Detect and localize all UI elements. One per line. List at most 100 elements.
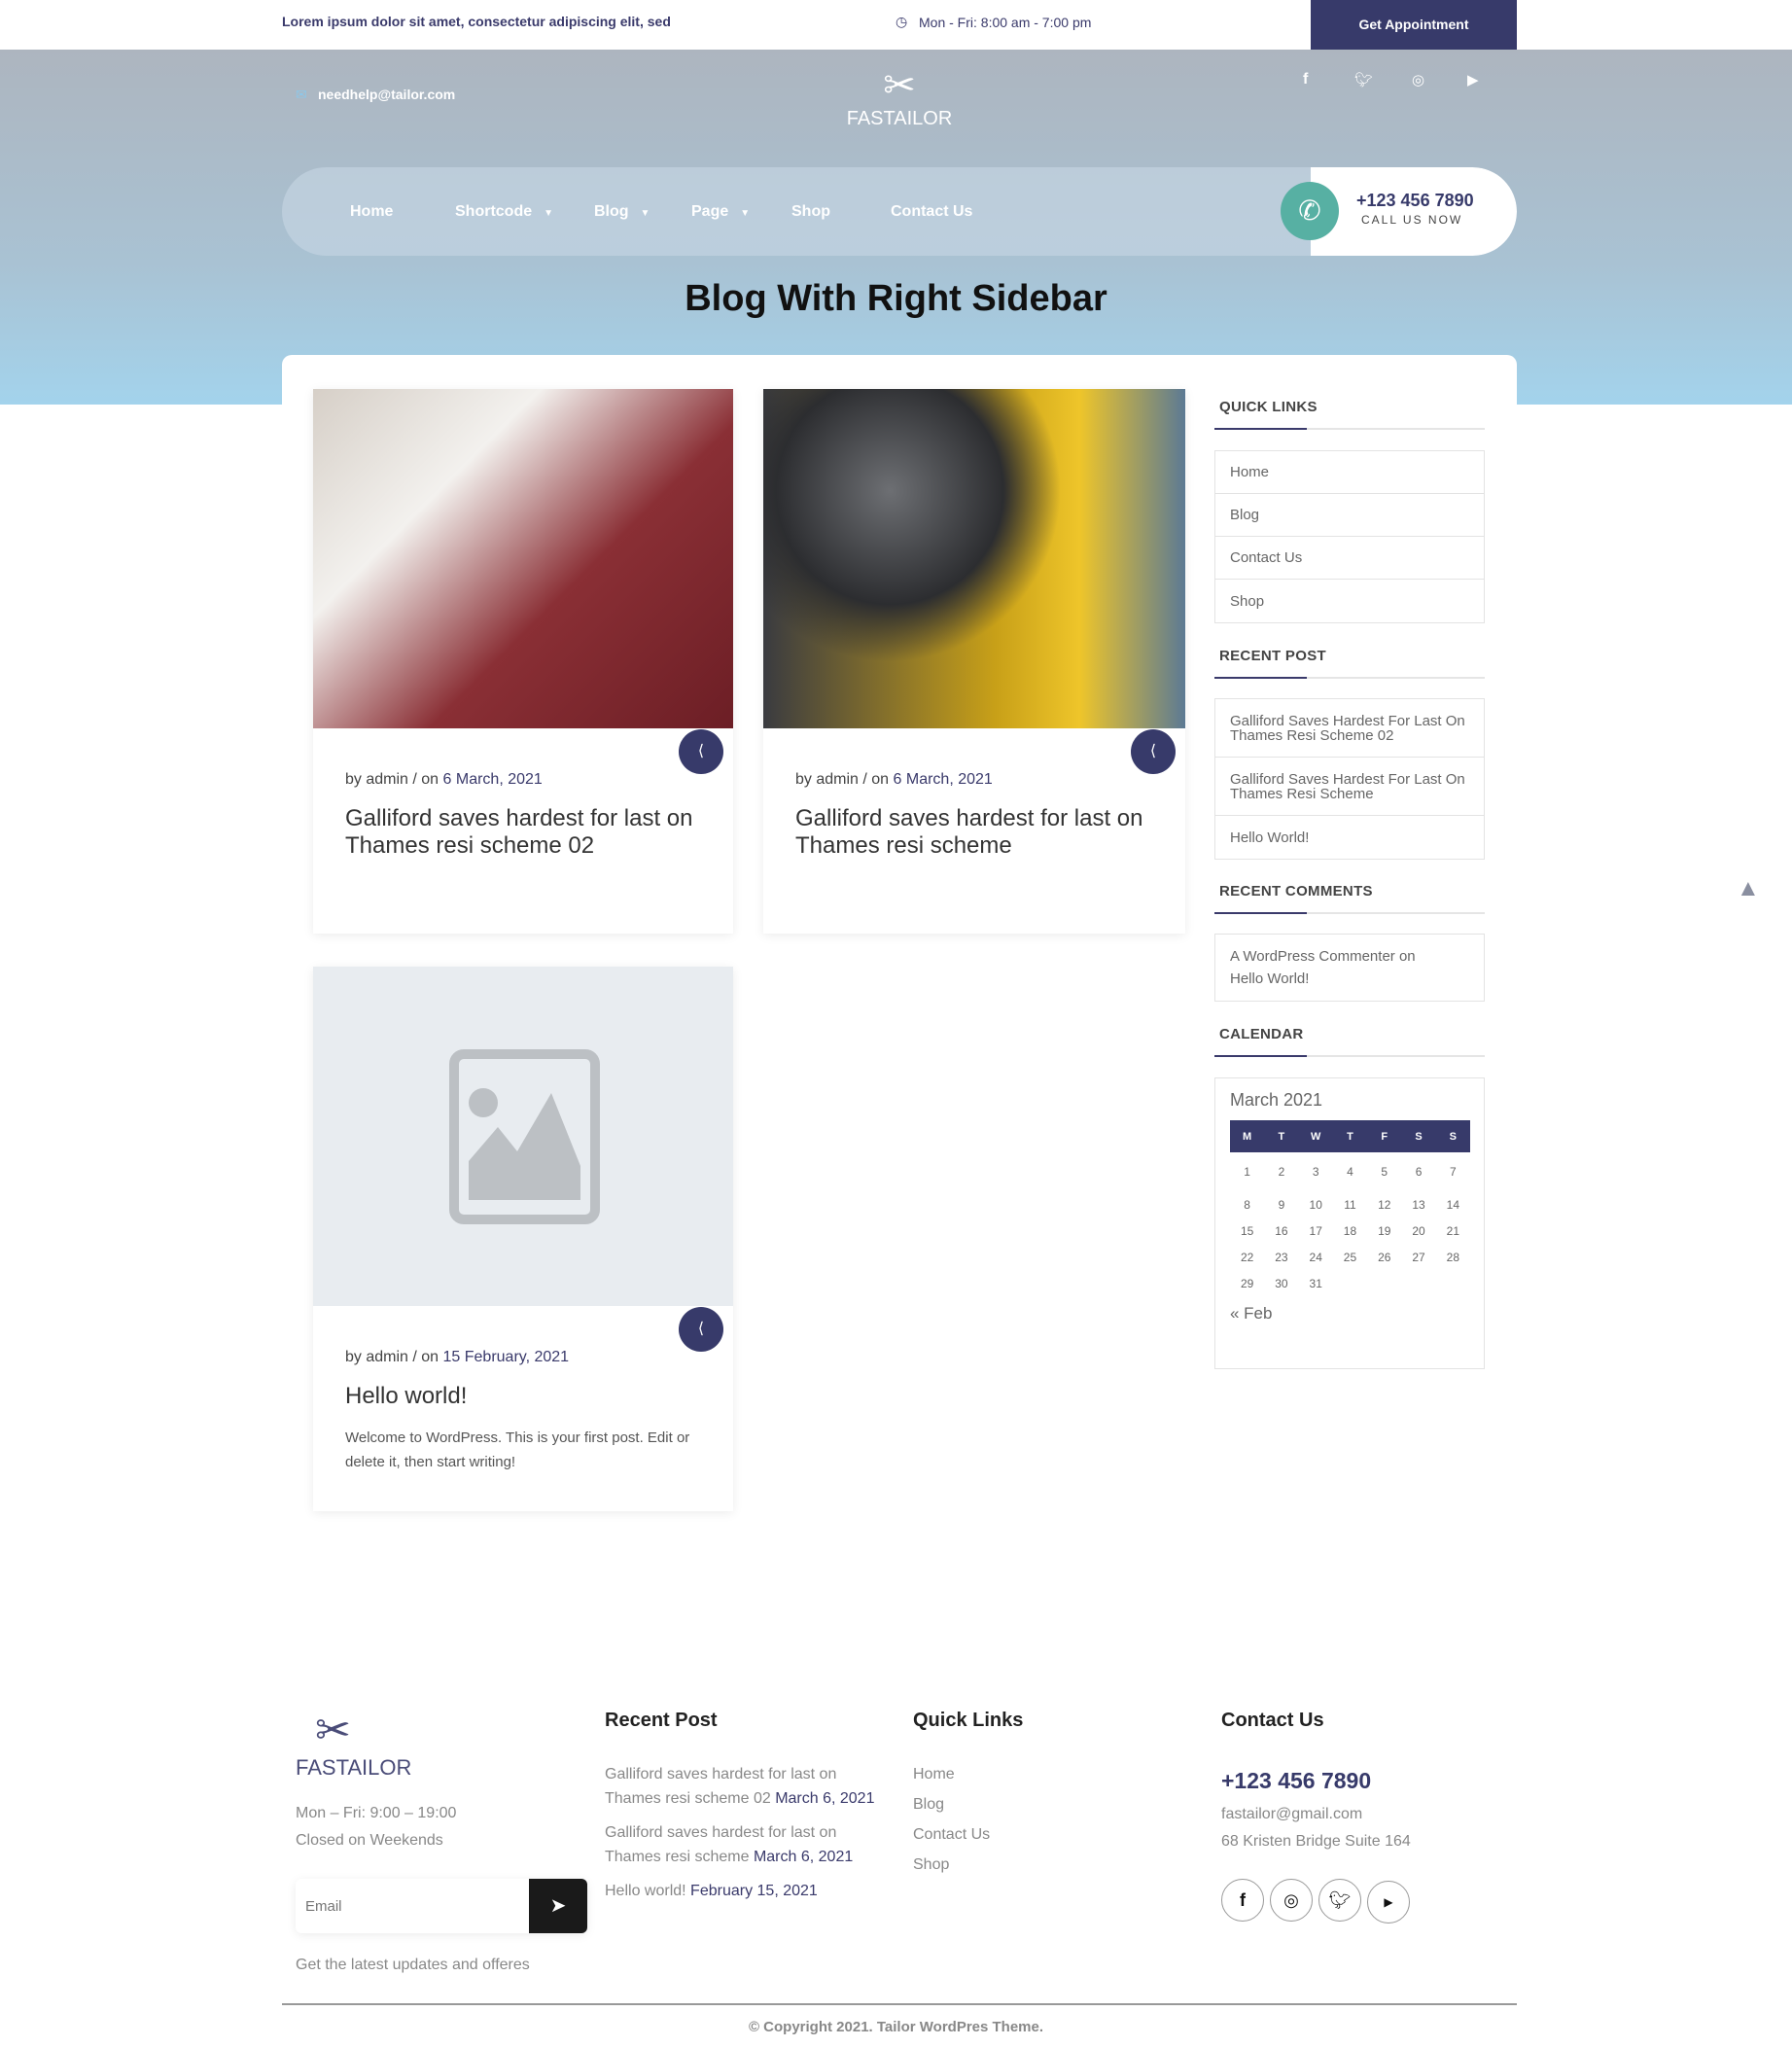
caret-down-icon: ▼ xyxy=(544,208,554,219)
recent-post-link[interactable]: Galliford Saves Hardest For Last On Tham… xyxy=(1215,699,1484,758)
footer-recent-post[interactable]: Hello world! February 15, 2021 xyxy=(605,1879,887,1903)
post-date[interactable]: 15 February, 2021 xyxy=(443,1349,570,1365)
footer-link[interactable]: Contact Us xyxy=(913,1819,990,1850)
calendar-table: MTWTFSS 1 2 3 4 5 6 7 8 9 10 11 12 13 14 15 16 17 18 19 20 2… xyxy=(1230,1120,1470,1296)
youtube-icon[interactable]: ▶ xyxy=(1367,1881,1410,1923)
nav-home[interactable]: Home xyxy=(350,167,393,256)
post-meta: by admin / on 6 March, 2021 xyxy=(345,771,543,788)
footer-heading: Contact Us xyxy=(1221,1710,1324,1731)
share-icon[interactable]: ⟨ xyxy=(1131,729,1176,774)
footer-heading: Recent Post xyxy=(605,1710,718,1731)
footer-recent-post[interactable]: Galliford saves hardest for last on Tham… xyxy=(605,1820,887,1869)
post-title[interactable]: Hello world! xyxy=(345,1383,695,1410)
calendar-day: 20 xyxy=(1412,1223,1425,1238)
footer-phone[interactable]: +123 456 7890 xyxy=(1221,1768,1371,1794)
get-appointment-button[interactable]: Get Appointment xyxy=(1311,0,1517,50)
calendar-prev-link[interactable]: « Feb xyxy=(1230,1304,1469,1323)
nav-contact[interactable]: Contact Us xyxy=(891,167,972,256)
header-email[interactable]: needhelp@tailor.com xyxy=(318,87,455,102)
sidebar-link[interactable]: Home xyxy=(1215,451,1484,494)
footer-link[interactable]: Blog xyxy=(913,1789,990,1819)
calendar-day: 26 xyxy=(1378,1250,1391,1264)
calendar-month: March 2021 xyxy=(1230,1090,1323,1110)
recent-post-link[interactable]: Galliford Saves Hardest For Last On Tham… xyxy=(1215,758,1484,816)
calendar-day: 5 xyxy=(1381,1165,1388,1179)
newsletter-note: Get the latest updates and offeres xyxy=(296,1957,530,1973)
paper-plane-icon: ➤ xyxy=(549,1895,567,1917)
share-icon[interactable]: ⟨ xyxy=(679,1307,723,1352)
nav-shortcode[interactable]: Shortcode ▼ xyxy=(455,167,553,256)
logo[interactable]: ✂ FASTAILOR xyxy=(836,63,963,130)
facebook-icon[interactable]: f xyxy=(1221,1879,1264,1922)
post-date[interactable]: 6 March, 2021 xyxy=(443,771,543,788)
calendar-day: 17 xyxy=(1309,1223,1322,1238)
twitter-icon[interactable]: 🐦︎ xyxy=(1318,1879,1361,1922)
scroll-top-icon[interactable]: ▲ xyxy=(1737,875,1760,902)
post-meta: by admin / on 6 March, 2021 xyxy=(795,771,993,788)
nav-shop[interactable]: Shop xyxy=(791,167,830,256)
calendar-week: 15 16 17 18 19 20 21 xyxy=(1230,1218,1470,1244)
nav-blog[interactable]: Blog ▼ xyxy=(594,167,650,256)
calendar-day: 29 xyxy=(1240,1276,1254,1290)
recent-post-link[interactable]: Hello World! xyxy=(1215,816,1484,859)
scissors-logo-icon: ✂ xyxy=(315,1707,351,1754)
footer-hours: Mon – Fri: 9:00 – 19:00 Closed on Weekend… xyxy=(296,1805,457,1849)
newsletter-form: ➤ xyxy=(296,1879,587,1933)
facebook-icon[interactable]: f xyxy=(1303,71,1308,88)
instagram-icon[interactable]: ◎ xyxy=(1412,71,1424,88)
footer-recent-post[interactable]: Galliford saves hardest for last on Tham… xyxy=(605,1762,887,1811)
post-card: ⟨ by admin / on 6 March, 2021 Galliford … xyxy=(763,389,1185,934)
youtube-icon[interactable]: ▶ xyxy=(1467,71,1479,88)
footer-logo[interactable]: ✂ FASTAILOR xyxy=(296,1707,422,1781)
widget-title: RECENT POST xyxy=(1219,648,1326,664)
call-us-label: CALL US NOW xyxy=(1361,213,1463,227)
calendar-day: 2 xyxy=(1278,1165,1285,1179)
send-button[interactable]: ➤ xyxy=(529,1879,587,1933)
sidebar-link[interactable]: Shop xyxy=(1215,580,1484,622)
calendar-day xyxy=(1333,1270,1367,1296)
post-image[interactable] xyxy=(313,389,733,728)
calendar-day xyxy=(1367,1270,1401,1296)
sidebar-link[interactable]: Contact Us xyxy=(1215,537,1484,580)
caret-down-icon: ▼ xyxy=(740,208,751,219)
calendar-day: 12 xyxy=(1378,1197,1391,1212)
share-icon[interactable]: ⟨ xyxy=(679,729,723,774)
calendar-day: 8 xyxy=(1244,1197,1250,1212)
post-title[interactable]: Galliford saves hardest for last on Tham… xyxy=(795,805,1145,860)
calendar-day: 31 xyxy=(1309,1276,1322,1290)
calendar-day: 3 xyxy=(1312,1165,1319,1179)
sidebar-link[interactable]: Blog xyxy=(1215,494,1484,537)
calendar-day: 28 xyxy=(1446,1250,1460,1264)
opening-hours: Mon - Fri: 8:00 am - 7:00 pm xyxy=(919,15,1092,30)
calendar-day: 24 xyxy=(1309,1250,1322,1264)
call-box[interactable]: +123 456 7890 CALL US NOW xyxy=(1311,167,1517,256)
footer-recent-posts: Galliford saves hardest for last on Tham… xyxy=(605,1762,887,1903)
calendar-day: 10 xyxy=(1309,1197,1322,1212)
footer-address: 68 Kristen Bridge Suite 164 xyxy=(1221,1833,1411,1850)
calendar-day: 9 xyxy=(1278,1197,1285,1212)
calendar-day xyxy=(1436,1270,1470,1296)
calendar-day: 13 xyxy=(1412,1197,1425,1212)
post-image[interactable] xyxy=(763,389,1185,728)
calendar-day: 15 xyxy=(1240,1223,1254,1238)
footer-link[interactable]: Shop xyxy=(913,1850,990,1880)
post-image-placeholder[interactable] xyxy=(313,967,733,1306)
clock-icon: ◷ xyxy=(896,14,908,29)
twitter-icon[interactable]: 🐦︎ xyxy=(1354,71,1373,88)
post-meta: by admin / on 15 February, 2021 xyxy=(345,1349,570,1365)
calendar-day: 27 xyxy=(1412,1250,1425,1264)
divider xyxy=(1214,428,1485,430)
copyright: © Copyright 2021. Tailor WordPres Theme. xyxy=(748,2019,1044,2035)
calendar-day-header: F xyxy=(1367,1120,1402,1152)
post-date[interactable]: 6 March, 2021 xyxy=(894,771,993,788)
footer-social: f ◎ 🐦︎ ▶ xyxy=(1221,1879,1416,1923)
footer-email[interactable]: fastailor@gmail.com xyxy=(1221,1801,1411,1828)
instagram-icon[interactable]: ◎ xyxy=(1270,1879,1313,1922)
nav-phone: +123 456 7890 xyxy=(1356,191,1474,210)
footer-link[interactable]: Home xyxy=(913,1759,990,1789)
email-input[interactable] xyxy=(296,1879,529,1933)
nav-page[interactable]: Page ▼ xyxy=(691,167,750,256)
post-title[interactable]: Galliford saves hardest for last on Tham… xyxy=(345,805,695,860)
comment-link[interactable]: A WordPress Commenter on Hello World! xyxy=(1215,935,1484,1001)
footer-contact: fastailor@gmail.com 68 Kristen Bridge Sui… xyxy=(1221,1801,1411,1855)
